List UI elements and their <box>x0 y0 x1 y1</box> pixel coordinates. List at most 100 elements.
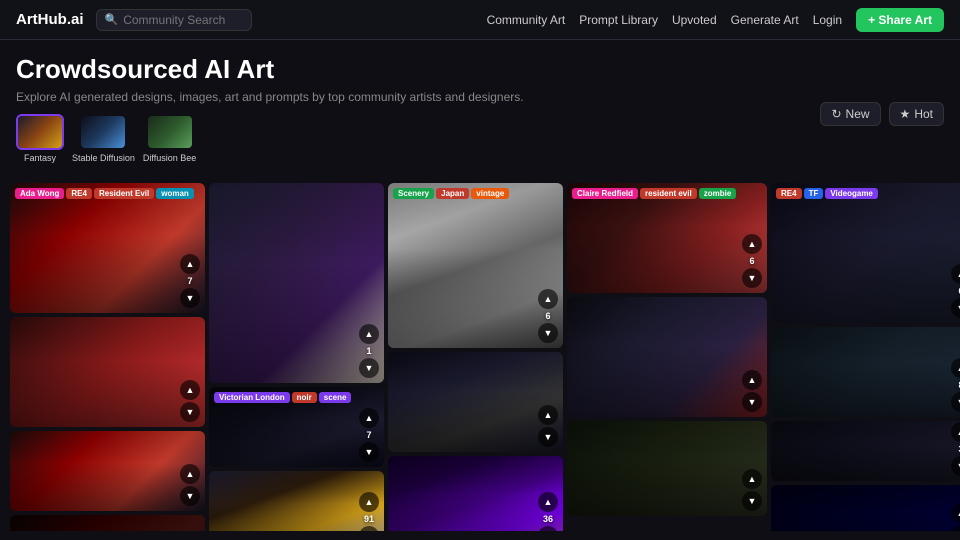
tag[interactable]: Videogame <box>825 188 878 199</box>
downvote-button[interactable]: ▼ <box>742 268 762 288</box>
vote-bar: ▲▼ <box>742 469 762 511</box>
gallery-card[interactable]: ▲91▼ <box>209 471 384 531</box>
downvote-button[interactable]: ▼ <box>742 392 762 412</box>
upvote-button[interactable]: ▲ <box>951 358 960 378</box>
vote-bar: ▲▼ <box>180 380 200 422</box>
tag[interactable]: zombie <box>699 188 737 199</box>
gallery-card[interactable]: SceneryJapanvintage ▲6▼ <box>388 183 563 348</box>
gallery-card[interactable]: ▲▼ <box>10 431 205 511</box>
vote-bar: ▲6▼ <box>538 289 558 343</box>
gallery-card[interactable]: ▲▼ <box>10 317 205 427</box>
upvote-button[interactable]: ▲ <box>951 503 960 523</box>
upvote-button[interactable]: ▲ <box>742 469 762 489</box>
upvote-button[interactable]: ▲ <box>742 370 762 390</box>
nav-community-art[interactable]: Community Art <box>487 13 566 27</box>
nav-prompt-library[interactable]: Prompt Library <box>579 13 658 27</box>
upvote-button[interactable]: ▲ <box>951 422 960 442</box>
downvote-button[interactable]: ▼ <box>951 392 960 412</box>
site-logo[interactable]: ArtHub.ai <box>16 11 84 28</box>
star-icon: ★ <box>900 107 911 121</box>
downvote-button[interactable]: ▼ <box>951 525 960 531</box>
gallery-card[interactable]: Victorian Londonnoirscene ▲7▼ <box>209 387 384 467</box>
gallery-card[interactable]: ▲▼ <box>771 485 960 531</box>
card-tags: Claire Redfieldresident evilzombie <box>572 188 736 199</box>
downvote-button[interactable]: ▼ <box>538 526 558 531</box>
navbar: ArtHub.ai 🔍 Community Art Prompt Library… <box>0 0 960 40</box>
gallery-card[interactable]: ▲▼ <box>567 421 767 516</box>
downvote-button[interactable]: ▼ <box>538 427 558 447</box>
upvote-button[interactable]: ▲ <box>538 405 558 425</box>
gallery-card[interactable]: CENSORED▲3▼ <box>10 515 205 531</box>
hot-button[interactable]: ★ Hot <box>889 102 944 126</box>
gallery-card[interactable]: Ada WongRE4Resident Evilwoman ▲ 7 ▼ <box>10 183 205 313</box>
downvote-button[interactable]: ▼ <box>951 456 960 476</box>
downvote-button[interactable]: ▼ <box>538 323 558 343</box>
card-overlay <box>209 183 384 383</box>
upvote-button[interactable]: ▲ <box>742 234 762 254</box>
downvote-button[interactable]: ▼ <box>180 486 200 506</box>
tag[interactable]: scene <box>319 392 352 403</box>
gallery-card[interactable]: ▲▼ <box>388 352 563 452</box>
upvote-button[interactable]: ▲ <box>951 264 960 284</box>
search-bar[interactable]: 🔍 <box>96 9 253 31</box>
search-input[interactable] <box>123 13 243 27</box>
tag[interactable]: resident evil <box>640 188 697 199</box>
share-button[interactable]: + Share Art <box>856 8 944 32</box>
gallery-card[interactable]: ▲1▼ <box>209 183 384 383</box>
gallery-column: Claire Redfieldresident evilzombie▲6▼▲▼▲… <box>567 183 767 531</box>
downvote-button[interactable]: ▼ <box>359 442 379 462</box>
gallery-card[interactable]: ▲ 36 ▼ <box>388 456 563 531</box>
upvote-button[interactable]: ▲ <box>538 289 558 309</box>
cat-bee[interactable]: Diffusion Bee <box>143 114 196 163</box>
upvote-button[interactable]: ▲ <box>359 324 379 344</box>
gallery-container: Ada WongRE4Resident Evilwoman▲7▼▲▼▲▼CENS… <box>0 183 960 531</box>
upvote-button[interactable]: ▲ <box>180 380 200 400</box>
refresh-icon: ↻ <box>831 107 841 121</box>
gallery-card[interactable]: ▲3▼ <box>771 421 960 481</box>
upvote-count: 6 <box>749 256 754 266</box>
tag[interactable]: vintage <box>471 188 509 199</box>
tag[interactable]: Victorian London <box>214 392 290 403</box>
gallery-column: SceneryJapanvintage▲6▼▲▼▲36▼ <box>388 183 563 531</box>
upvote-button[interactable]: ▲ <box>180 464 200 484</box>
tag[interactable]: noir <box>292 392 317 403</box>
upvote-count: 7 <box>187 276 192 286</box>
vote-bar: ▲▼ <box>538 405 558 447</box>
nav-generate-art[interactable]: Generate Art <box>731 13 799 27</box>
tag[interactable]: Japan <box>436 188 469 199</box>
tag[interactable]: RE4 <box>66 188 92 199</box>
tag[interactable]: Claire Redfield <box>572 188 638 199</box>
new-button[interactable]: ↻ New <box>820 102 880 126</box>
censored-label: CENSORED <box>10 515 205 531</box>
upvote-count: 36 <box>543 514 553 524</box>
gallery-card[interactable]: ▲8▼ <box>771 327 960 417</box>
cat-fantasy[interactable]: Fantasy <box>16 114 64 163</box>
downvote-button[interactable]: ▼ <box>742 491 762 511</box>
gallery-column: Ada WongRE4Resident Evilwoman▲7▼▲▼▲▼CENS… <box>10 183 205 531</box>
downvote-button[interactable]: ▼ <box>951 298 960 318</box>
tag[interactable]: Resident Evil <box>94 188 154 199</box>
downvote-button[interactable]: ▼ <box>180 402 200 422</box>
category-list: Fantasy Stable Diffusion Diffusion Bee <box>16 114 944 163</box>
gallery-card[interactable]: RE4TFVideogame▲6▼ <box>771 183 960 323</box>
vote-bar: ▲7▼ <box>359 408 379 462</box>
page-subtitle: Explore AI generated designs, images, ar… <box>16 90 944 104</box>
tag[interactable]: Ada Wong <box>15 188 64 199</box>
upvote-button[interactable]: ▲ <box>180 254 200 274</box>
downvote-button[interactable]: ▼ <box>359 358 379 378</box>
tag[interactable]: RE4 <box>776 188 802 199</box>
upvote-button[interactable]: ▲ <box>359 408 379 428</box>
nav-upvoted[interactable]: Upvoted <box>672 13 717 27</box>
downvote-button[interactable]: ▼ <box>180 288 200 308</box>
nav-login[interactable]: Login <box>813 13 842 27</box>
cat-stable[interactable]: Stable Diffusion <box>72 114 135 163</box>
tag[interactable]: Scenery <box>393 188 434 199</box>
gallery-card[interactable]: Claire Redfieldresident evilzombie ▲ 6 ▼ <box>567 183 767 293</box>
upvote-button[interactable]: ▲ <box>538 492 558 512</box>
upvote-button[interactable]: ▲ <box>359 492 379 512</box>
tag[interactable]: TF <box>804 188 824 199</box>
tag[interactable]: woman <box>156 188 194 199</box>
gallery-card[interactable]: ▲▼ <box>567 297 767 417</box>
downvote-button[interactable]: ▼ <box>359 526 379 531</box>
vote-bar: ▲ 36 ▼ <box>538 492 558 531</box>
